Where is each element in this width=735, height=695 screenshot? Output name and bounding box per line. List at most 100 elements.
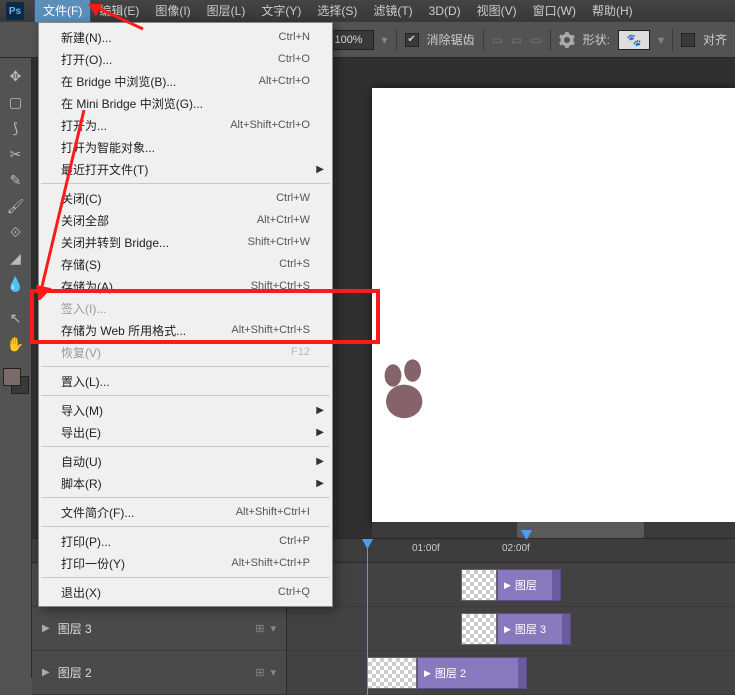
gradient-tool-icon[interactable]: ◢: [4, 246, 28, 270]
horizontal-scrollbar[interactable]: [372, 522, 735, 538]
shape-preset-picker[interactable]: 🐾: [618, 30, 650, 50]
clip-handle[interactable]: [518, 658, 526, 688]
menu-item[interactable]: 在 Bridge 中浏览(B)...Alt+Ctrl+O: [39, 70, 332, 92]
menu-item[interactable]: 在 Mini Bridge 中浏览(G)...: [39, 92, 332, 114]
align-icon-center[interactable]: ▭: [511, 33, 522, 47]
menu-item[interactable]: 选择(S): [309, 0, 365, 22]
menu-shortcut: F12: [291, 346, 310, 358]
path-tool-icon[interactable]: ↖: [4, 306, 28, 330]
menu-separator: [41, 526, 330, 527]
track-header[interactable]: ▶图层 3⊞▾: [32, 607, 287, 650]
menu-item[interactable]: 导入(M)▶: [39, 399, 332, 421]
track-header[interactable]: ▶图层 2⊞▾: [32, 651, 287, 694]
clip-play-icon: ▶: [424, 668, 431, 679]
menu-item[interactable]: 滤镜(T): [365, 0, 420, 22]
menu-shortcut: Shift+Ctrl+S: [251, 280, 310, 292]
align-icon-right[interactable]: ▭: [530, 33, 541, 47]
align-icon-left[interactable]: ▭: [492, 33, 503, 47]
align-checkbox[interactable]: [681, 33, 695, 47]
menubar: 文件(F)编辑(E)图像(I)图层(L)文字(Y)选择(S)滤镜(T)3D(D)…: [34, 0, 641, 23]
menu-item[interactable]: 编辑(E): [91, 0, 147, 22]
menu-item-label: 关闭全部: [61, 212, 257, 229]
menu-item[interactable]: 文件(F): [34, 0, 91, 23]
menu-item[interactable]: 新建(N)...Ctrl+N: [39, 26, 332, 48]
track-fx-icon[interactable]: ⊞: [255, 666, 264, 679]
menu-item[interactable]: 打开为智能对象...: [39, 136, 332, 158]
clip-handle[interactable]: [552, 570, 560, 600]
menu-item[interactable]: 关闭全部Alt+Ctrl+W: [39, 209, 332, 231]
lasso-tool-icon[interactable]: ⟆: [4, 116, 28, 140]
clip-bar[interactable]: ▶ 图层: [497, 569, 561, 601]
menu-shortcut: Alt+Shift+Ctrl+I: [236, 506, 310, 518]
menu-item[interactable]: 存储为(A)...Shift+Ctrl+S: [39, 275, 332, 297]
clip-thumbnail[interactable]: [461, 569, 497, 601]
chevron-down-icon[interactable]: ▾: [270, 666, 276, 679]
menu-item-label: 自动(U): [61, 453, 310, 470]
menu-item[interactable]: 关闭(C)Ctrl+W: [39, 187, 332, 209]
hand-tool-icon[interactable]: ✋: [4, 332, 28, 356]
droplet-tool-icon[interactable]: 💧: [4, 272, 28, 296]
canvas[interactable]: [372, 88, 735, 528]
menu-item[interactable]: 视图(V): [469, 0, 525, 22]
paw-shape: [372, 358, 442, 428]
menu-item-label: 恢复(V): [61, 344, 291, 361]
menu-item[interactable]: 存储(S)Ctrl+S: [39, 253, 332, 275]
track-lane[interactable]: ▶图层 2: [287, 651, 735, 694]
menu-item[interactable]: 打印一份(Y)Alt+Shift+Ctrl+P: [39, 552, 332, 574]
menu-item[interactable]: 打印(P)...Ctrl+P: [39, 530, 332, 552]
scrollbar-thumb[interactable]: [517, 522, 644, 538]
menu-item[interactable]: 打开(O)...Ctrl+O: [39, 48, 332, 70]
clip-bar[interactable]: ▶图层 3: [497, 613, 571, 645]
chevron-down-icon[interactable]: ▾: [270, 622, 276, 635]
track-lane[interactable]: ▶ 图层: [287, 563, 735, 606]
track-toggle-icon[interactable]: ▶: [42, 667, 50, 678]
color-swatches[interactable]: [3, 368, 29, 394]
foreground-color[interactable]: [3, 368, 21, 386]
antialias-label: 消除锯齿: [427, 31, 475, 48]
ruler-mark: 02:00f: [502, 543, 530, 554]
menu-item-label: 存储(S): [61, 256, 279, 273]
track-row: ▶图层 2⊞▾▶图层 2: [32, 651, 735, 695]
stamp-tool-icon[interactable]: ⟐: [4, 220, 28, 244]
track-lane[interactable]: ▶图层 3: [287, 607, 735, 650]
menu-item[interactable]: 帮助(H): [584, 0, 641, 22]
menu-shortcut: Ctrl+Q: [278, 586, 310, 598]
move-tool-icon[interactable]: ✥: [4, 64, 28, 88]
menu-separator: [41, 446, 330, 447]
menu-item[interactable]: 打开为...Alt+Shift+Ctrl+O: [39, 114, 332, 136]
playhead[interactable]: [367, 539, 368, 695]
clip-label: 图层: [515, 577, 537, 593]
menu-item[interactable]: 关闭并转到 Bridge...Shift+Ctrl+W: [39, 231, 332, 253]
crop-tool-icon[interactable]: ✂: [4, 142, 28, 166]
menu-item-label: 打开为...: [61, 117, 230, 134]
shape-label: 形状:: [583, 31, 610, 48]
menu-item-label: 存储为(A)...: [61, 278, 251, 295]
menu-item[interactable]: 最近打开文件(T)▶: [39, 158, 332, 180]
clip-thumbnail[interactable]: [367, 657, 417, 689]
menu-item: 恢复(V)F12: [39, 341, 332, 363]
menu-item[interactable]: 自动(U)▶: [39, 450, 332, 472]
track-fx-icon[interactable]: ⊞: [255, 622, 264, 635]
menu-item[interactable]: 图像(I): [147, 0, 198, 22]
clip-thumbnail[interactable]: [461, 613, 497, 645]
menu-item[interactable]: 退出(X)Ctrl+Q: [39, 581, 332, 603]
menu-item[interactable]: 图层(L): [199, 0, 254, 22]
gear-icon[interactable]: [559, 32, 575, 48]
antialias-checkbox[interactable]: ✔: [405, 33, 419, 47]
track-toggle-icon[interactable]: ▶: [42, 623, 50, 634]
menu-item[interactable]: 窗口(W): [525, 0, 584, 22]
menu-item[interactable]: 存储为 Web 所用格式...Alt+Shift+Ctrl+S: [39, 319, 332, 341]
clip-bar[interactable]: ▶图层 2: [417, 657, 527, 689]
menu-item[interactable]: 脚本(R)▶: [39, 472, 332, 494]
menu-item[interactable]: 置入(L)...: [39, 370, 332, 392]
menu-item[interactable]: 文字(Y): [253, 0, 309, 22]
clip-handle[interactable]: [562, 614, 570, 644]
brush-tool-icon[interactable]: 🖌: [4, 194, 28, 218]
marquee-tool-icon[interactable]: ▢: [4, 90, 28, 114]
clip-play-icon: ▶: [504, 580, 511, 591]
menu-item[interactable]: 3D(D): [421, 1, 469, 21]
menu-item[interactable]: 导出(E)▶: [39, 421, 332, 443]
menu-item[interactable]: 文件简介(F)...Alt+Shift+Ctrl+I: [39, 501, 332, 523]
menu-item-label: 最近打开文件(T): [61, 161, 310, 178]
eyedropper-tool-icon[interactable]: ✎: [4, 168, 28, 192]
